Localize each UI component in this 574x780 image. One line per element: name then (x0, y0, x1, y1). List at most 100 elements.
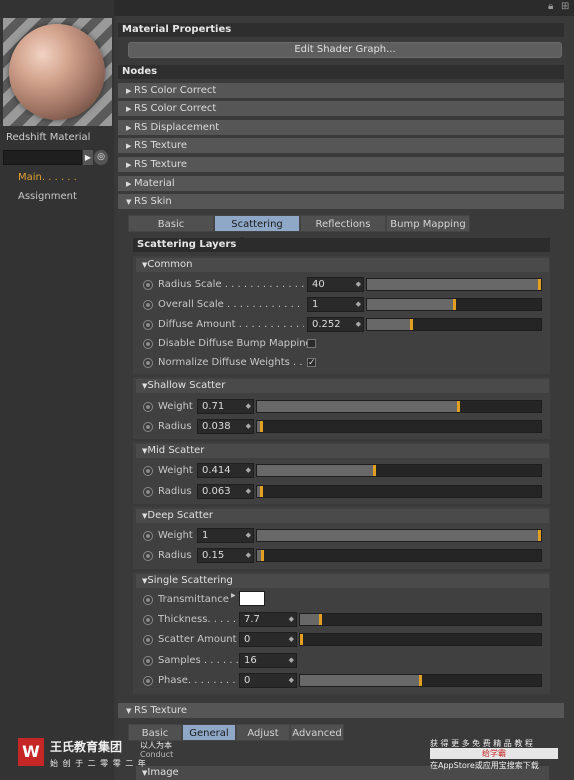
shallow-weight-slider[interactable] (256, 400, 542, 413)
tab-bump-mapping[interactable]: Bump Mapping (386, 215, 470, 232)
single-scattering-header[interactable]: ▼Single Scattering (136, 574, 549, 588)
diffuse-amount-slider[interactable] (366, 318, 542, 331)
radius-scale-input[interactable]: 40 ◆ (307, 277, 364, 292)
radius-scale-slider[interactable] (366, 278, 542, 291)
samples-anim-radio[interactable] (143, 656, 153, 666)
material-name-field[interactable] (3, 150, 82, 165)
shallow-weight-anim-radio[interactable] (143, 402, 153, 412)
node-rs-displacement[interactable]: ▶ RS Displacement (118, 120, 564, 136)
tab-general[interactable]: General (182, 724, 236, 741)
slider-knob[interactable] (538, 530, 541, 541)
shallow-radius-anim-radio[interactable] (143, 422, 153, 432)
node-rs-color-correct-1[interactable]: ▶ RS Color Correct (118, 83, 564, 99)
mid-weight-input[interactable]: 0.414 ◆ (197, 463, 254, 478)
scatter-amount-slider[interactable] (299, 633, 542, 646)
overall-scale-slider[interactable] (366, 298, 542, 311)
deep-weight-slider[interactable] (256, 529, 542, 542)
slider-knob[interactable] (373, 465, 376, 476)
normalize-checkbox[interactable]: ✓ (307, 358, 316, 368)
shallow-radius-input[interactable]: 0.038 ◆ (197, 419, 254, 434)
deep-scatter-header[interactable]: ▼Deep Scatter (136, 509, 549, 523)
spinner-icon[interactable]: ◆ (289, 633, 294, 646)
mid-radius-input[interactable]: 0.063 ◆ (197, 484, 254, 499)
disable-bump-anim-radio[interactable] (143, 339, 153, 349)
tab-adjust[interactable]: Adjust (236, 724, 290, 741)
diffuse-amount-input[interactable]: 0.252 ◆ (307, 317, 364, 332)
scatter-amount-anim-radio[interactable] (143, 635, 153, 645)
spinner-icon[interactable]: ◆ (246, 420, 251, 433)
slider-knob[interactable] (453, 299, 456, 310)
node-rs-texture-expanded[interactable]: ▼ RS Texture (118, 703, 564, 719)
shallow-scatter-header[interactable]: ▼Shallow Scatter (136, 379, 549, 393)
spinner-icon[interactable]: ◆ (356, 318, 361, 331)
tab-basic-texture[interactable]: Basic (128, 724, 182, 741)
samples-input[interactable]: 16 ◆ (239, 653, 297, 668)
mid-scatter-header[interactable]: ▼Mid Scatter (136, 444, 549, 458)
mid-weight-anim-radio[interactable] (143, 466, 153, 476)
material-preview[interactable] (3, 18, 112, 126)
deep-radius-anim-radio[interactable] (143, 551, 153, 561)
slider-knob[interactable] (260, 421, 263, 432)
disable-bump-checkbox[interactable] (307, 339, 316, 348)
node-material[interactable]: ▶ Material (118, 176, 564, 192)
deep-weight-input[interactable]: 1 ◆ (197, 528, 254, 543)
deep-weight-anim-radio[interactable] (143, 531, 153, 541)
spinner-icon[interactable]: ◆ (289, 654, 294, 667)
lock-icon[interactable]: 🔒︎ (548, 1, 553, 12)
thickness-anim-radio[interactable] (143, 615, 153, 625)
transmittance-anim-radio[interactable] (143, 595, 153, 605)
scatter-amount-input[interactable]: 0 ◆ (239, 632, 297, 647)
play-icon[interactable]: ▶ (83, 150, 93, 165)
spinner-icon[interactable]: ◆ (356, 298, 361, 311)
spinner-icon[interactable]: ◆ (246, 485, 251, 498)
edit-shader-graph-button[interactable]: Edit Shader Graph... (128, 42, 562, 58)
phase-slider[interactable] (299, 674, 542, 687)
common-header[interactable]: ▼Common (136, 258, 549, 272)
sidebar-item-assignment[interactable]: Assignment (18, 190, 77, 204)
tab-scattering-layers[interactable]: Scattering Layers (214, 215, 300, 247)
overall-scale-anim-radio[interactable] (143, 300, 153, 310)
slider-knob[interactable] (410, 319, 413, 330)
node-rs-skin[interactable]: ▼ RS Skin (118, 194, 564, 210)
shallow-weight-input[interactable]: 0.71 ◆ (197, 399, 254, 414)
mid-weight-slider[interactable] (256, 464, 542, 477)
shallow-radius-slider[interactable] (256, 420, 542, 433)
spinner-icon[interactable]: ◆ (289, 674, 294, 687)
expand-icon[interactable]: ⊞ (561, 1, 569, 12)
diffuse-amount-anim-radio[interactable] (143, 320, 153, 330)
transmittance-color-swatch[interactable] (239, 591, 265, 606)
slider-knob[interactable] (319, 614, 322, 625)
node-rs-color-correct-2[interactable]: ▶ RS Color Correct (118, 101, 564, 117)
phase-anim-radio[interactable] (143, 676, 153, 686)
slider-knob[interactable] (300, 634, 303, 645)
slider-knob[interactable] (261, 550, 264, 561)
spinner-icon[interactable]: ◆ (246, 464, 251, 477)
picker-icon[interactable]: ◎ (94, 150, 108, 165)
mid-radius-anim-radio[interactable] (143, 487, 153, 497)
radius-scale-anim-radio[interactable] (143, 280, 153, 290)
caret-right-icon[interactable]: ▶ (231, 592, 236, 599)
spinner-icon[interactable]: ◆ (289, 613, 294, 626)
mid-radius-slider[interactable] (256, 485, 542, 498)
slider-knob[interactable] (260, 486, 263, 497)
node-rs-texture-1[interactable]: ▶ RS Texture (118, 138, 564, 154)
spinner-icon[interactable]: ◆ (246, 400, 251, 413)
normalize-anim-radio[interactable] (143, 358, 153, 368)
spinner-icon[interactable]: ◆ (246, 549, 251, 562)
node-rs-texture-2[interactable]: ▶ RS Texture (118, 157, 564, 173)
sidebar-item-main[interactable]: Main. . . . . . (18, 171, 77, 185)
thickness-input[interactable]: 7.7 ◆ (239, 612, 297, 627)
slider-knob[interactable] (538, 279, 541, 290)
phase-input[interactable]: 0 ◆ (239, 673, 297, 688)
spinner-icon[interactable]: ◆ (356, 278, 361, 291)
spinner-icon[interactable]: ◆ (246, 529, 251, 542)
deep-radius-input[interactable]: 0.15 ◆ (197, 548, 254, 563)
tab-reflections[interactable]: Reflections (300, 215, 386, 232)
thickness-slider[interactable] (299, 613, 542, 626)
slider-knob[interactable] (419, 675, 422, 686)
tab-basic[interactable]: Basic (128, 215, 214, 232)
overall-scale-input[interactable]: 1 ◆ (307, 297, 364, 312)
deep-radius-slider[interactable] (256, 549, 542, 562)
slider-knob[interactable] (457, 401, 460, 412)
tab-advanced[interactable]: Advanced (290, 724, 344, 741)
